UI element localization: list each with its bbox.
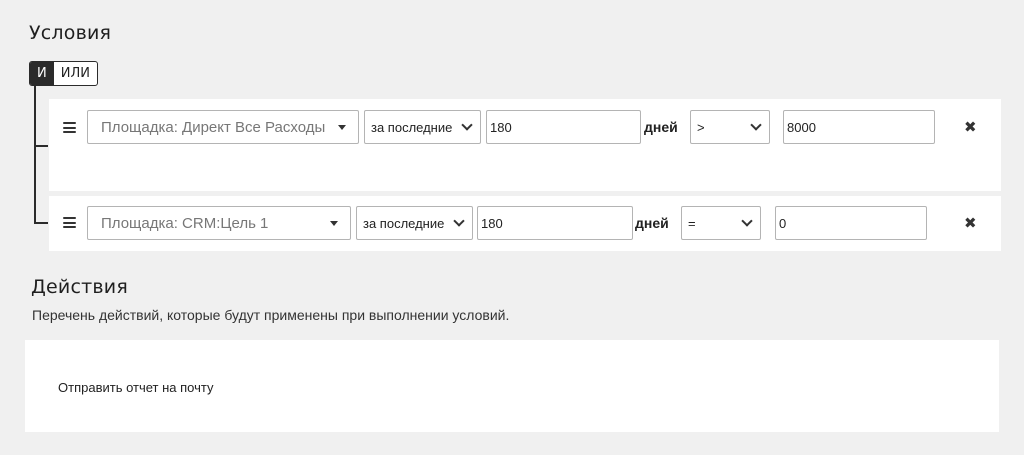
chevron-down-icon [741,215,753,227]
logic-and-button[interactable]: И [30,62,54,85]
tree-branch-1 [34,145,48,147]
value-input-value: 0 [779,215,787,231]
operator-select[interactable]: > [690,110,770,144]
tree-branch-2 [34,222,48,224]
platform-select[interactable]: Площадка: Директ Все Расходы [87,110,359,144]
chevron-down-icon [453,215,465,227]
operator-select-value: > [697,119,705,135]
value-input[interactable]: 8000 [783,110,935,144]
days-input[interactable]: 180 [477,206,633,240]
conditions-title: Условия [29,22,112,44]
days-input-value: 180 [490,119,512,135]
condition-row: Площадка: CRM:Цель 1 за последние 180 дн… [49,196,1001,251]
value-input-value: 8000 [787,119,816,135]
period-select-value: за последние [363,215,445,231]
days-unit-label: дней [644,119,678,135]
close-icon[interactable]: ✖ [964,120,977,135]
period-select-value: за последние [371,119,453,135]
condition-row: Площадка: Директ Все Расходы за последни… [49,99,1001,191]
operator-select-value: = [688,215,696,231]
chevron-down-icon [461,119,473,131]
platform-select[interactable]: Площадка: CRM:Цель 1 [87,206,351,240]
logic-or-button[interactable]: ИЛИ [54,62,97,85]
chevron-down-icon [750,119,762,131]
period-select[interactable]: за последние [364,110,481,144]
days-unit-label: дней [635,215,669,231]
actions-title: Действия [31,276,128,298]
platform-select-value: Площадка: Директ Все Расходы [101,118,326,136]
operator-select[interactable]: = [681,206,761,240]
days-input[interactable]: 180 [486,110,641,144]
tree-connector [34,86,36,224]
value-input[interactable]: 0 [775,206,927,240]
logic-toggle[interactable]: И ИЛИ [29,61,98,86]
hamburger-icon[interactable] [63,217,76,228]
close-icon[interactable]: ✖ [964,216,977,231]
actions-panel: Отправить отчет на почту [25,340,999,432]
actions-subtitle: Перечень действий, которые будут примене… [32,307,510,323]
caret-down-icon [330,220,338,226]
hamburger-icon[interactable] [63,122,76,133]
period-select[interactable]: за последние [356,206,473,240]
caret-down-icon [338,124,346,130]
platform-select-value: Площадка: CRM:Цель 1 [101,214,269,232]
days-input-value: 180 [481,215,503,231]
action-item-send-report[interactable]: Отправить отчет на почту [58,380,214,395]
